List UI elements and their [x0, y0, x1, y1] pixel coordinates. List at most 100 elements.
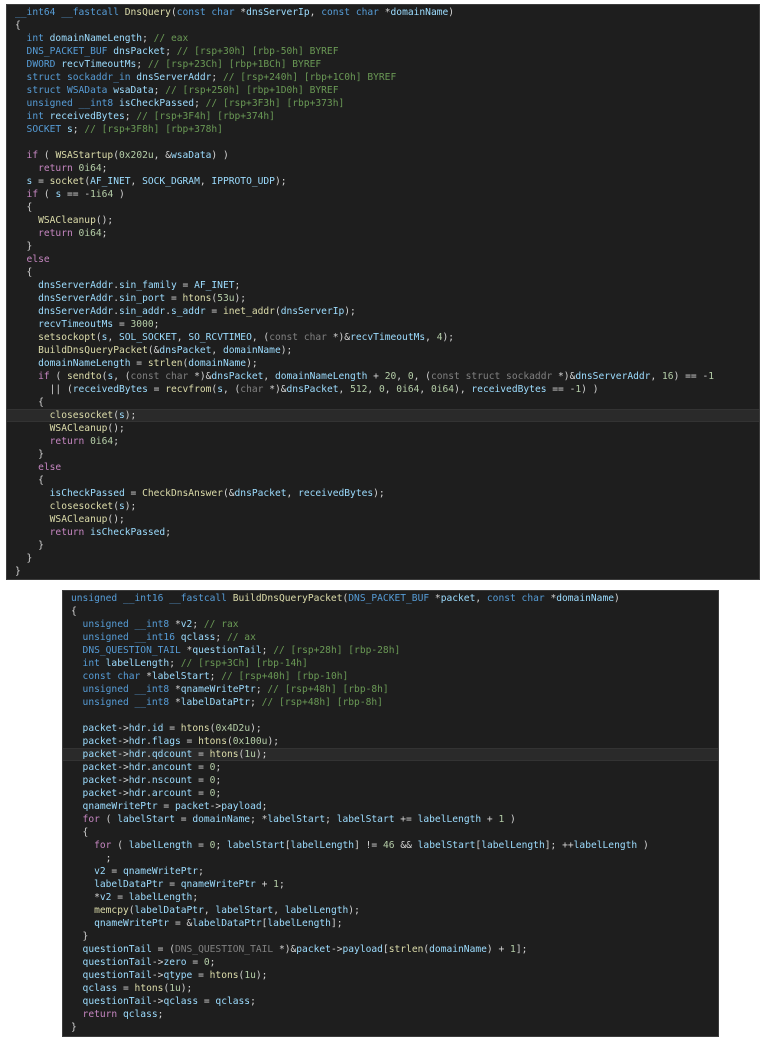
code-line[interactable]: struct sockaddr_in dnsServerAddr; // [rs… — [7, 71, 759, 84]
code-listing-dnsquery[interactable]: __int64 __fastcall DnsQuery (const char *… — [7, 6, 759, 578]
code-line[interactable]: questionTail = (DNS_QUESTION_TAIL *)&pac… — [63, 943, 718, 956]
code-line[interactable]: { — [7, 266, 759, 279]
code-line[interactable]: { — [7, 474, 759, 487]
code-line[interactable]: { — [7, 19, 759, 32]
code-line[interactable]: for ( labelStart = domainName; *labelSta… — [63, 813, 718, 826]
code-line[interactable]: int receivedBytes; // [rsp+3F4h] [rbp+37… — [7, 110, 759, 123]
code-panel-builddnsquerypacket[interactable]: unsigned __int16 __fastcall BuildDnsQuer… — [62, 590, 719, 1037]
code-token: = — [205, 306, 223, 317]
code-token: domainNameLength — [15, 358, 131, 369]
code-line[interactable]: questionTail->zero = 0; — [63, 956, 718, 969]
code-line[interactable]: unsigned __int8 *labelDataPtr; // [rsp+4… — [63, 696, 718, 709]
code-line[interactable]: return 0i64; — [7, 435, 759, 448]
code-line[interactable]: unsigned __int16 qclass; // ax — [63, 631, 718, 644]
code-line[interactable]: domainNameLength = strlen(domainName); — [7, 357, 759, 370]
code-line[interactable]: packet->hdr.flags = htons(0x100u); — [63, 735, 718, 748]
code-line[interactable]: int domainNameLength; // eax — [7, 32, 759, 45]
code-line[interactable]: } — [7, 565, 759, 578]
code-line[interactable]: packet->hdr.nscount = 0; — [63, 774, 718, 787]
code-line[interactable]: } — [63, 930, 718, 943]
code-token: } — [15, 241, 33, 252]
code-line[interactable]: dnsServerAddr.sin_port = htons(53u); — [7, 292, 759, 305]
code-line[interactable]: if ( WSAStartup(0x202u, &wsaData) ) — [7, 149, 759, 162]
code-line[interactable]: setsockopt(s, SOL_SOCKET, SO_RCVTIMEO, (… — [7, 331, 759, 344]
code-token: 0x4D2u — [215, 723, 251, 734]
code-line[interactable]: struct WSAData wsaData; // [rsp+250h] [r… — [7, 84, 759, 97]
code-line[interactable]: recvTimeoutMs = 3000; — [7, 318, 759, 331]
code-line[interactable]: closesocket(s); — [7, 500, 759, 513]
code-line[interactable]: SOCKET s; // [rsp+3F8h] [rbp+378h] — [7, 123, 759, 136]
code-token: dnsPacket — [113, 46, 166, 57]
code-line[interactable]: if ( sendto(s, (const char *)&dnsPacket,… — [7, 370, 759, 383]
code-token: unsigned __int8 — [71, 684, 175, 695]
code-line[interactable]: packet->hdr.ancount = 0; — [63, 761, 718, 774]
code-line[interactable]: if ( s == -1i64 ) — [7, 188, 759, 201]
code-line[interactable]: } — [63, 1021, 718, 1034]
code-line[interactable] — [7, 136, 759, 149]
code-line[interactable]: unsigned __int8 *qnameWritePtr; // [rsp+… — [63, 683, 718, 696]
code-token: recvfrom — [165, 384, 212, 395]
code-line[interactable]: packet->hdr.id = htons(0x4D2u); — [63, 722, 718, 735]
code-line[interactable]: qclass = htons(1u); — [63, 982, 718, 995]
code-line[interactable]: int labelLength; // [rsp+3Ch] [rbp-14h] — [63, 657, 718, 670]
code-line[interactable]: } — [7, 240, 759, 253]
code-line[interactable]: labelDataPtr = qnameWritePtr + 1; — [63, 878, 718, 891]
code-token: // [rsp+3F3h] [rbp+373h] — [205, 98, 345, 109]
code-line[interactable]: __int64 __fastcall DnsQuery(const char *… — [7, 6, 759, 19]
code-token: socket — [49, 176, 85, 187]
code-line[interactable]: questionTail->qtype = htons(1u); — [63, 969, 718, 982]
code-line[interactable] — [63, 709, 718, 722]
code-token: } — [15, 449, 44, 460]
code-line[interactable]: ; — [63, 852, 718, 865]
code-line[interactable]: { — [7, 396, 759, 409]
code-line[interactable]: { — [7, 201, 759, 214]
code-line[interactable]: unsigned __int16 __fastcall BuildDnsQuer… — [63, 592, 718, 605]
code-line[interactable]: else — [7, 461, 759, 474]
code-line[interactable]: const char *labelStart; // [rsp+40h] [rb… — [63, 670, 718, 683]
code-line[interactable]: packet->hdr.arcount = 0; — [63, 787, 718, 800]
code-token: = — [192, 762, 210, 773]
code-line[interactable]: } — [7, 552, 759, 565]
code-listing-builddnsquerypacket[interactable]: unsigned __int16 __fastcall BuildDnsQuer… — [63, 592, 718, 1034]
code-line[interactable]: WSACleanup(); — [7, 214, 759, 227]
code-line[interactable]: } — [7, 539, 759, 552]
code-line[interactable]: isCheckPassed = CheckDnsAnswer(&dnsPacke… — [7, 487, 759, 500]
code-line[interactable]: unsigned __int8 *v2; // rax — [63, 618, 718, 631]
code-line[interactable]: { — [63, 605, 718, 618]
code-line[interactable]: else — [7, 253, 759, 266]
code-token: ; * — [250, 814, 268, 825]
code-line[interactable]: for ( labelLength = 0; labelStart[labelL… — [63, 839, 718, 852]
code-line[interactable]: dnsServerAddr.sin_addr.s_addr = inet_add… — [7, 305, 759, 318]
code-token: receivedBytes — [72, 384, 148, 395]
code-line[interactable]: memcpy(labelDataPtr, labelStart, labelLe… — [63, 904, 718, 917]
code-token: const char — [486, 593, 551, 604]
code-line[interactable]: dnsServerAddr.sin_family = AF_INET; — [7, 279, 759, 292]
code-line[interactable]: questionTail->qclass = qclass; — [63, 995, 718, 1008]
code-line[interactable]: closesocket(s); — [7, 409, 759, 422]
code-line[interactable]: DWORD recvTimeoutMs; // [rsp+23Ch] [rbp+… — [7, 58, 759, 71]
code-line[interactable]: BuildDnsQueryPacket(&dnsPacket, domainNa… — [7, 344, 759, 357]
code-line[interactable]: qnameWritePtr = packet->payload; — [63, 800, 718, 813]
code-line[interactable]: WSACleanup(); — [7, 422, 759, 435]
code-line[interactable]: *v2 = labelLength; — [63, 891, 718, 904]
code-line[interactable]: DNS_PACKET_BUF dnsPacket; // [rsp+30h] [… — [7, 45, 759, 58]
code-line[interactable]: packet->hdr.qdcount = htons(1u); — [63, 748, 718, 761]
code-line[interactable]: return isCheckPassed; — [7, 526, 759, 539]
code-line[interactable]: DNS_QUESTION_TAIL *questionTail; // [rsp… — [63, 644, 718, 657]
code-token: , — [309, 7, 322, 18]
code-line[interactable]: unsigned __int8 isCheckPassed; // [rsp+3… — [7, 97, 759, 110]
code-token: , — [425, 332, 437, 343]
code-line[interactable]: v2 = qnameWritePtr; — [63, 865, 718, 878]
code-line[interactable]: return 0i64; — [7, 227, 759, 240]
code-token: // [rsp+250h] [rbp+1D0h] BYREF — [165, 85, 339, 96]
code-line[interactable]: return qclass; — [63, 1008, 718, 1021]
code-line[interactable]: return 0i64; — [7, 162, 759, 175]
code-token: = — [192, 775, 210, 786]
code-line[interactable]: s = socket(AF_INET, SOCK_DGRAM, IPPROTO_… — [7, 175, 759, 188]
code-line[interactable]: { — [63, 826, 718, 839]
code-line[interactable]: } — [7, 448, 759, 461]
code-line[interactable]: qnameWritePtr = &labelDataPtr[labelLengt… — [63, 917, 718, 930]
code-line[interactable]: WSACleanup(); — [7, 513, 759, 526]
code-line[interactable]: || (receivedBytes = recvfrom(s, (char *)… — [7, 383, 759, 396]
code-panel-dnsquery[interactable]: __int64 __fastcall DnsQuery (const char *… — [6, 4, 760, 580]
